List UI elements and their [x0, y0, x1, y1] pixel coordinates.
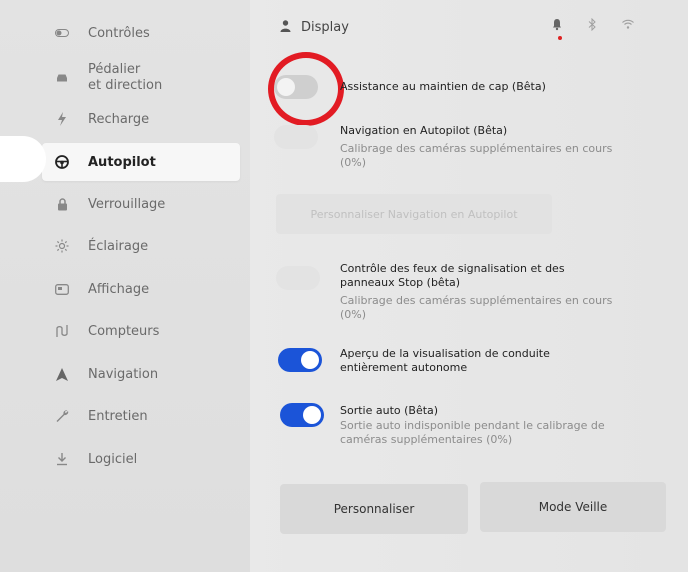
sidebar-item-label-2: et direction [88, 78, 163, 93]
screen: Contrôles Pédalier et direction Recharge… [0, 0, 688, 572]
sidebar-item-pedalier[interactable]: Pédalier et direction [42, 58, 240, 98]
sidebar-item-recharge[interactable]: Recharge [42, 100, 240, 138]
sidebar-item-autopilot[interactable]: Autopilot [42, 143, 240, 181]
traffic-control-label: Contrôle des feux de signalisation et de… [340, 262, 565, 289]
sidebar-item-label: Éclairage [88, 238, 149, 254]
sidebar-item-eclairage[interactable]: Éclairage [42, 227, 240, 265]
status-bar [552, 17, 634, 40]
lock-icon [50, 197, 74, 211]
highlight-circle [268, 52, 344, 126]
autosteer-label: Assistance au maintien de cap (Bêta) [340, 80, 546, 93]
sidebar-item-navigation[interactable]: Navigation [42, 355, 240, 393]
sidebar-item-label: Verrouillage [88, 196, 166, 212]
nav-autopilot-label: Navigation en Autopilot (Bêta) [340, 124, 508, 137]
sidebar-item-label: Contrôles [88, 25, 150, 41]
wrench-icon [50, 409, 74, 423]
sidebar-item-label: Autopilot [88, 154, 156, 170]
sidebar-item-affichage[interactable]: Affichage [42, 270, 240, 308]
road-icon [50, 324, 74, 338]
sun-icon [50, 239, 74, 253]
traffic-control-subtitle: Calibrage des caméras supplémentaires en… [340, 294, 613, 321]
car-icon [50, 73, 74, 83]
nav-autopilot-subtitle: Calibrage des caméras supplémentaires en… [340, 142, 613, 169]
steering-wheel-icon [50, 155, 74, 169]
sidebar-item-label: Recharge [88, 111, 150, 127]
sidebar-item-controles[interactable]: Contrôles [42, 14, 240, 52]
toggle-icon [50, 29, 74, 37]
sleep-mode-button[interactable]: Mode Veille [480, 482, 666, 532]
toggle-knob [303, 406, 321, 424]
fsd-preview-toggle[interactable] [278, 348, 322, 372]
toggle-knob [301, 351, 319, 369]
profile-header[interactable]: Display [280, 20, 349, 35]
sidebar-item-label: Logiciel [88, 451, 138, 467]
sidebar-item-label: Navigation [88, 366, 159, 382]
traffic-control-toggle[interactable] [276, 266, 320, 290]
screen-edge-highlight [0, 136, 46, 182]
sidebar-item-label: Compteurs [88, 323, 160, 339]
sidebar-item-entretien[interactable]: Entretien [42, 397, 240, 435]
nav-autopilot-toggle[interactable] [274, 125, 318, 149]
auto-exit-subtitle: Sortie auto indisponible pendant le cali… [340, 419, 605, 446]
customize-button[interactable]: Personnaliser [280, 484, 468, 534]
sidebar-item-logiciel[interactable]: Logiciel [42, 440, 240, 478]
bluetooth-icon [588, 17, 596, 34]
bell-icon[interactable] [552, 18, 562, 40]
sidebar-item-label: Entretien [88, 408, 148, 424]
download-icon [50, 452, 74, 466]
display-icon [50, 283, 74, 295]
profile-name: Display [301, 20, 349, 35]
auto-exit-label: Sortie auto (Bêta) [340, 404, 439, 417]
sidebar-item-verrouillage[interactable]: Verrouillage [42, 185, 240, 223]
sidebar-item-label: Pédalier [88, 62, 141, 77]
auto-exit-toggle[interactable] [280, 403, 324, 427]
customize-nav-autopilot-button[interactable]: Personnaliser Navigation en Autopilot [276, 194, 552, 234]
person-icon [280, 20, 291, 35]
sidebar-item-compteurs[interactable]: Compteurs [42, 312, 240, 350]
bolt-icon [50, 112, 74, 126]
notification-dot [558, 36, 562, 40]
sidebar: Contrôles Pédalier et direction Recharge… [0, 0, 250, 572]
navigation-icon [50, 367, 74, 381]
wifi-icon [622, 18, 634, 34]
fsd-preview-label: Aperçu de la visualisation de conduite e… [340, 347, 550, 374]
sidebar-item-label: Affichage [88, 281, 150, 297]
